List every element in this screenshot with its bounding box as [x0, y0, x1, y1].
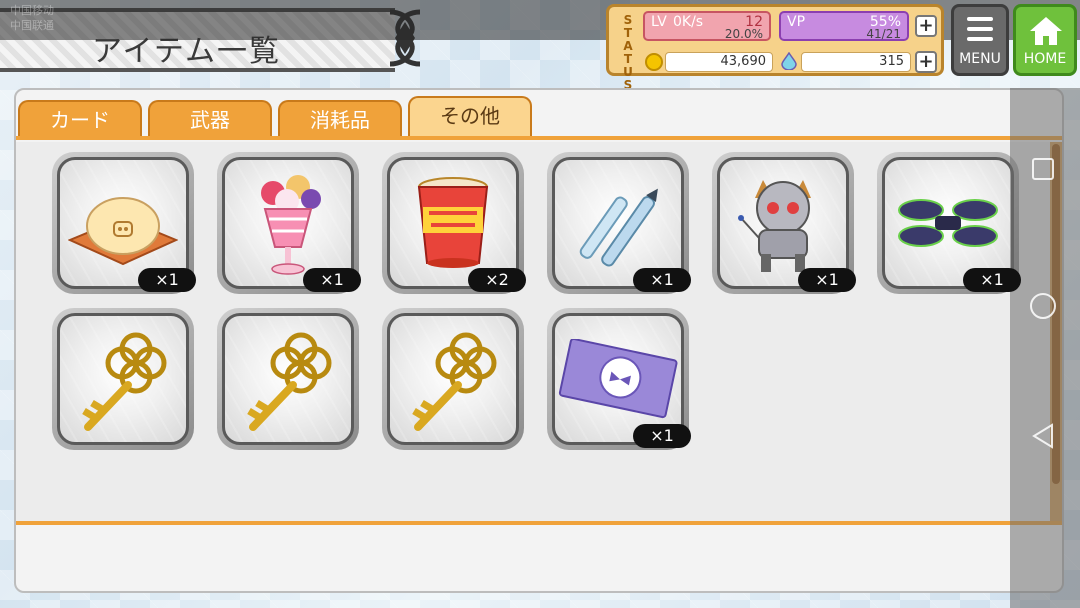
item-slot-gold-key[interactable]	[382, 308, 524, 450]
item-grid: ×1 ×1 ×2 ×1 ×1 ×1 ×1	[16, 142, 1062, 522]
house-icon	[1030, 17, 1062, 45]
item-frame	[222, 313, 354, 445]
item-slot-robot-cat[interactable]: ×1	[712, 152, 856, 294]
pens-icon	[579, 188, 658, 267]
menu-icon	[967, 17, 993, 47]
gems-plus-button[interactable]: +	[915, 51, 937, 73]
home-circle-icon[interactable]	[1030, 293, 1056, 319]
item-slot-gold-key[interactable]	[217, 308, 359, 450]
system-nav-bar	[1010, 88, 1080, 608]
back-icon[interactable]	[1030, 422, 1056, 450]
gold-key-icon	[247, 332, 332, 431]
tab-consumables[interactable]: 消耗品	[278, 100, 402, 138]
cup-noodle-icon	[417, 177, 489, 268]
item-slot-ticket[interactable]: ×1	[547, 308, 691, 450]
item-slot-gold-key[interactable]	[52, 308, 194, 450]
lv-label: LV	[651, 14, 667, 30]
item-slot-drone[interactable]: ×1	[877, 152, 1021, 294]
carrier-line: 中国联通	[10, 19, 54, 32]
status-panel: STATUS LV 0K/s 12 20.0% VP 55% 41/21 + 4…	[606, 4, 944, 91]
vp-plus-button[interactable]: +	[915, 15, 937, 37]
item-count: ×1	[963, 268, 1021, 292]
lv-progress: 20.0%	[724, 27, 763, 41]
item-slot-cup-noodle[interactable]: ×2	[382, 152, 526, 294]
menu-button[interactable]: MENU	[951, 4, 1009, 76]
gem-icon	[781, 52, 797, 70]
home-label: HOME	[1023, 51, 1067, 67]
carrier-info: 中国移动 中国联通	[10, 3, 54, 33]
gems-value: 315	[801, 52, 911, 72]
panel-divider	[16, 521, 1062, 525]
item-list-panel: カード 武器 消耗品 その他 ×1 ×1 ×2 ×1 ×1 ×1 ×1	[14, 88, 1064, 593]
recent-apps-icon[interactable]	[1032, 158, 1054, 180]
pork-bun-icon	[68, 197, 178, 266]
item-frame	[387, 313, 519, 445]
item-count: ×1	[138, 268, 196, 292]
vp-bar: VP 55% 41/21	[779, 11, 909, 41]
item-frame	[57, 313, 189, 445]
robot-cat-icon	[738, 180, 811, 272]
tab-weapons[interactable]: 武器	[148, 100, 272, 138]
ticket-icon	[558, 339, 678, 419]
coin-icon	[645, 53, 663, 71]
item-slot-pork-bun[interactable]: ×1	[52, 152, 196, 294]
menu-label: MENU	[959, 51, 1001, 67]
parfait-icon	[261, 175, 321, 275]
item-slot-parfait[interactable]: ×1	[217, 152, 361, 294]
drone-icon	[898, 199, 998, 247]
coins-value: 43,690	[665, 52, 773, 72]
item-count: ×1	[303, 268, 361, 292]
carrier-line: 中国移动	[10, 4, 54, 17]
tab-others[interactable]: その他	[408, 96, 532, 138]
item-count: ×1	[633, 268, 691, 292]
vp-label: VP	[787, 14, 806, 30]
tab-cards[interactable]: カード	[18, 100, 142, 138]
item-slot-pens[interactable]: ×1	[547, 152, 691, 294]
item-count: ×1	[798, 268, 856, 292]
gold-key-icon	[82, 332, 167, 431]
home-button[interactable]: HOME	[1013, 4, 1077, 76]
status-label: STATUS	[621, 13, 635, 91]
vp-value: 41/21	[866, 27, 901, 41]
item-count: ×1	[633, 424, 691, 448]
gold-key-icon	[412, 332, 497, 431]
tab-underline	[16, 136, 1062, 140]
item-count: ×2	[468, 268, 526, 292]
lv-net-speed: 0K/s	[673, 14, 704, 30]
lv-bar: LV 0K/s 12 20.0%	[643, 11, 771, 41]
